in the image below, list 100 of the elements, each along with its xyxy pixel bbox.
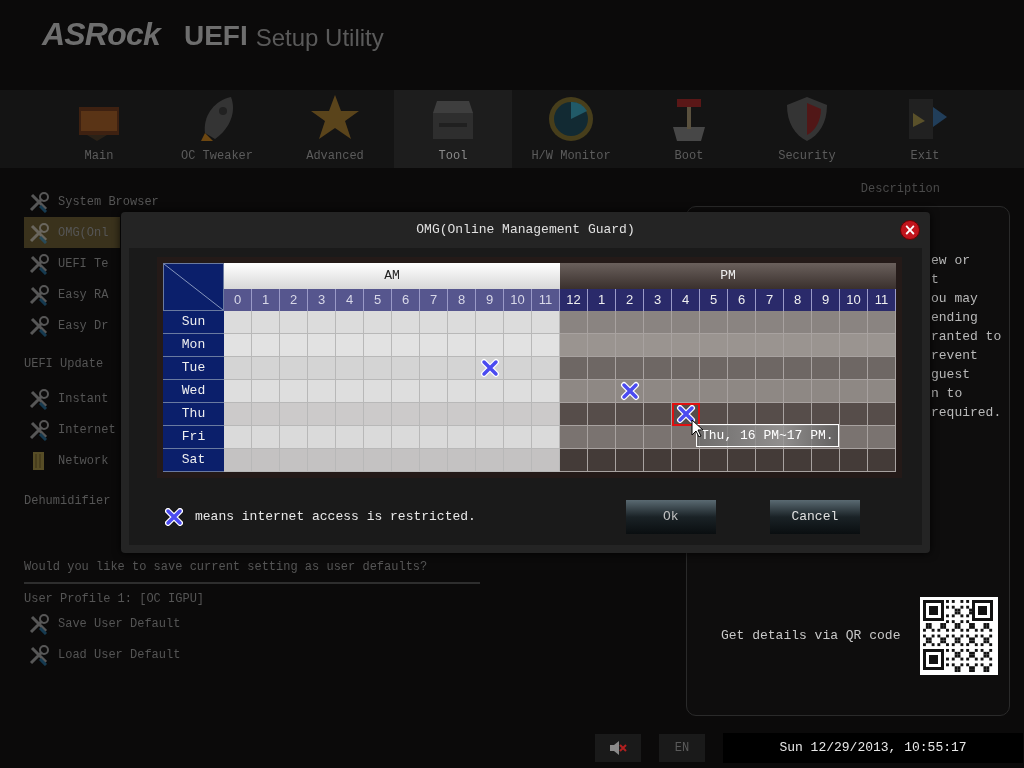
- schedule-cell[interactable]: [252, 334, 280, 357]
- schedule-cell[interactable]: [784, 403, 812, 426]
- schedule-cell[interactable]: [700, 449, 728, 472]
- schedule-cell[interactable]: [812, 311, 840, 334]
- schedule-cell[interactable]: [840, 357, 868, 380]
- schedule-cell[interactable]: [448, 357, 476, 380]
- schedule-cell[interactable]: [560, 426, 588, 449]
- schedule-cell[interactable]: [280, 426, 308, 449]
- schedule-cell[interactable]: [756, 403, 784, 426]
- schedule-cell[interactable]: [700, 334, 728, 357]
- schedule-cell[interactable]: [784, 357, 812, 380]
- schedule-cell[interactable]: [560, 449, 588, 472]
- language-button[interactable]: EN: [659, 734, 705, 762]
- schedule-cell[interactable]: [336, 426, 364, 449]
- schedule-cell[interactable]: [784, 449, 812, 472]
- schedule-cell[interactable]: [616, 403, 644, 426]
- schedule-cell[interactable]: [280, 357, 308, 380]
- schedule-cell[interactable]: [224, 403, 252, 426]
- schedule-cell[interactable]: [868, 449, 896, 472]
- schedule-cell[interactable]: [560, 403, 588, 426]
- schedule-cell[interactable]: [868, 357, 896, 380]
- schedule-cell[interactable]: [868, 403, 896, 426]
- schedule-cell[interactable]: [420, 357, 448, 380]
- schedule-cell[interactable]: [756, 311, 784, 334]
- schedule-cell[interactable]: [504, 449, 532, 472]
- schedule-cell[interactable]: [364, 357, 392, 380]
- sidebar-item[interactable]: Easy Dr: [24, 310, 120, 341]
- schedule-cell[interactable]: [644, 403, 672, 426]
- schedule-cell[interactable]: [224, 334, 252, 357]
- schedule-cell[interactable]: [588, 426, 616, 449]
- schedule-cell[interactable]: [252, 357, 280, 380]
- schedule-cell[interactable]: [644, 311, 672, 334]
- schedule-cell[interactable]: [448, 426, 476, 449]
- schedule-cell[interactable]: [784, 311, 812, 334]
- schedule-cell[interactable]: [812, 403, 840, 426]
- schedule-cell[interactable]: [560, 334, 588, 357]
- schedule-cell[interactable]: [672, 334, 700, 357]
- schedule-cell[interactable]: [868, 334, 896, 357]
- sidebar-item[interactable]: Easy RA: [24, 279, 120, 310]
- schedule-cell[interactable]: [308, 334, 336, 357]
- schedule-cell[interactable]: [560, 311, 588, 334]
- nav-tab[interactable]: Main: [40, 90, 158, 168]
- schedule-cell[interactable]: [812, 334, 840, 357]
- schedule-cell[interactable]: [476, 311, 504, 334]
- schedule-cell[interactable]: [504, 403, 532, 426]
- schedule-cell[interactable]: [280, 311, 308, 334]
- schedule-cell[interactable]: [392, 357, 420, 380]
- schedule-cell[interactable]: [420, 380, 448, 403]
- schedule-cell[interactable]: [616, 311, 644, 334]
- schedule-cell[interactable]: [476, 334, 504, 357]
- schedule-cell[interactable]: [252, 311, 280, 334]
- cancel-button[interactable]: Cancel: [769, 500, 860, 534]
- sidebar-item[interactable]: Network: [24, 445, 120, 476]
- schedule-cell[interactable]: [392, 449, 420, 472]
- schedule-cell[interactable]: [308, 380, 336, 403]
- schedule-cell[interactable]: [364, 426, 392, 449]
- schedule-cell[interactable]: [588, 449, 616, 472]
- schedule-cell[interactable]: [308, 357, 336, 380]
- schedule-cell[interactable]: [336, 449, 364, 472]
- schedule-cell[interactable]: [224, 311, 252, 334]
- schedule-cell[interactable]: [616, 449, 644, 472]
- schedule-cell[interactable]: [840, 403, 868, 426]
- nav-tab[interactable]: Boot: [630, 90, 748, 168]
- schedule-cell[interactable]: [868, 380, 896, 403]
- schedule-cell[interactable]: [336, 380, 364, 403]
- schedule-cell[interactable]: [252, 403, 280, 426]
- schedule-cell[interactable]: [420, 311, 448, 334]
- schedule-cell[interactable]: [672, 403, 700, 426]
- schedule-cell[interactable]: [784, 380, 812, 403]
- sidebar-item[interactable]: Load User Default: [24, 639, 224, 670]
- schedule-cell[interactable]: [868, 426, 896, 449]
- schedule-cell[interactable]: [420, 449, 448, 472]
- schedule-cell[interactable]: [588, 334, 616, 357]
- nav-tab[interactable]: Advanced: [276, 90, 394, 168]
- schedule-cell[interactable]: [224, 380, 252, 403]
- schedule-cell[interactable]: [588, 311, 616, 334]
- schedule-cell[interactable]: [392, 426, 420, 449]
- nav-tab[interactable]: Tool: [394, 90, 512, 168]
- schedule-cell[interactable]: [560, 357, 588, 380]
- schedule-cell[interactable]: [728, 403, 756, 426]
- schedule-cell[interactable]: [336, 357, 364, 380]
- schedule-cell[interactable]: [448, 403, 476, 426]
- schedule-cell[interactable]: [308, 403, 336, 426]
- schedule-cell[interactable]: [784, 334, 812, 357]
- schedule-cell[interactable]: [364, 334, 392, 357]
- schedule-cell[interactable]: [532, 334, 560, 357]
- schedule-cell[interactable]: [756, 357, 784, 380]
- schedule-cell[interactable]: [280, 449, 308, 472]
- schedule-cell[interactable]: [504, 426, 532, 449]
- schedule-cell[interactable]: [644, 426, 672, 449]
- schedule-cell[interactable]: [280, 380, 308, 403]
- schedule-cell[interactable]: [672, 380, 700, 403]
- schedule-cell[interactable]: [364, 311, 392, 334]
- schedule-cell[interactable]: [448, 449, 476, 472]
- schedule-cell[interactable]: [504, 357, 532, 380]
- schedule-cell[interactable]: [280, 403, 308, 426]
- schedule-cell[interactable]: [532, 357, 560, 380]
- schedule-cell[interactable]: [756, 449, 784, 472]
- nav-tab[interactable]: Security: [748, 90, 866, 168]
- schedule-cell[interactable]: [812, 357, 840, 380]
